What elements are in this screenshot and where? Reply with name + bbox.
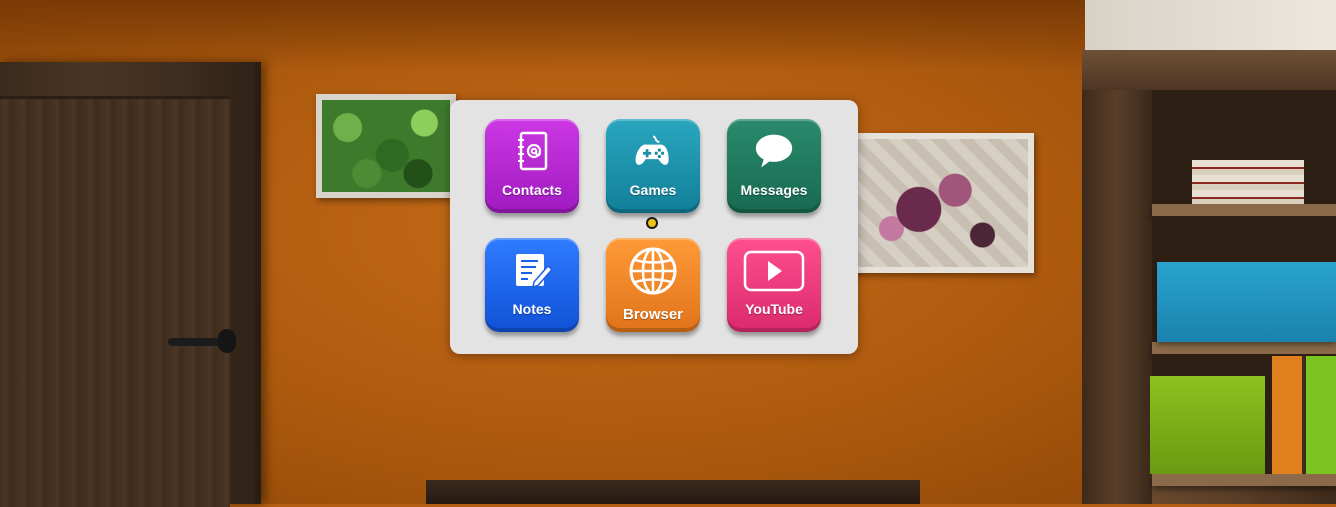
play-button-icon — [743, 250, 805, 292]
contacts-app-button[interactable]: Contacts — [485, 119, 579, 213]
shelf-board-3 — [1152, 474, 1336, 486]
book-stack — [1192, 160, 1304, 204]
shelf-top — [1082, 50, 1336, 90]
contacts-label: Contacts — [502, 182, 562, 198]
door-panel — [0, 96, 230, 507]
messages-label: Messages — [740, 182, 808, 198]
youtube-label: YouTube — [745, 301, 803, 317]
browser-label: Browser — [622, 306, 684, 323]
door-handle — [168, 329, 236, 353]
pink-mosaic-picture — [840, 133, 1034, 273]
notepad-pencil-icon — [512, 250, 552, 290]
table-edge — [426, 480, 920, 504]
door-handle-rose — [218, 329, 236, 353]
shelf-board-2 — [1152, 342, 1336, 354]
globe-icon — [628, 246, 678, 296]
youtube-app-button[interactable]: YouTube — [727, 238, 821, 332]
notes-label: Notes — [512, 301, 552, 317]
blue-storage-box — [1157, 262, 1336, 342]
browser-app-button[interactable]: Browser — [606, 238, 700, 332]
shelf-board-1 — [1152, 204, 1336, 216]
pink-mosaic-art — [846, 139, 1028, 267]
green-storage-box — [1150, 376, 1265, 474]
green-mosaic-picture — [316, 94, 456, 198]
shelf-post — [1082, 70, 1152, 504]
binders — [1272, 356, 1336, 474]
wall-shadow — [0, 0, 1090, 70]
gaze-cursor — [646, 217, 658, 229]
gamepad-icon — [633, 131, 673, 171]
wooden-door — [0, 62, 261, 507]
green-mosaic-art — [322, 100, 450, 192]
games-app-button[interactable]: Games — [606, 119, 700, 213]
games-label: Games — [629, 182, 677, 198]
notes-app-button[interactable]: Notes — [485, 238, 579, 332]
speech-bubble-icon — [754, 131, 794, 171]
contacts-book-icon — [512, 131, 552, 171]
messages-app-button[interactable]: Messages — [727, 119, 821, 213]
